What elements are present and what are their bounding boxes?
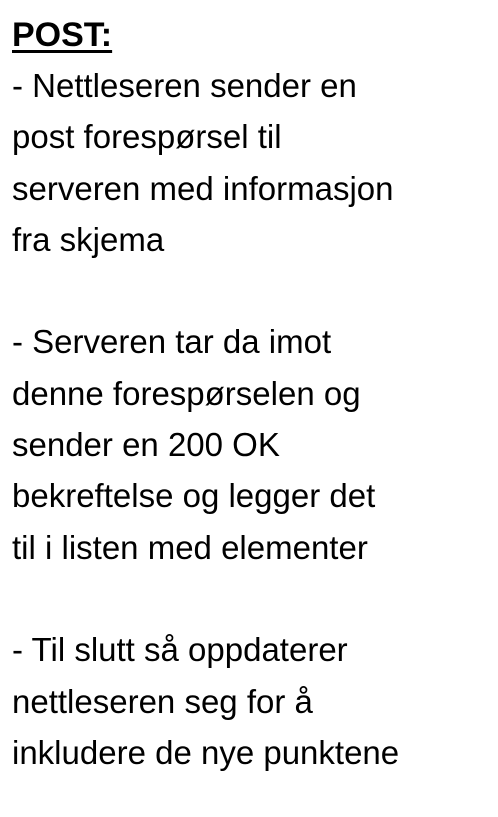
- paragraph-line: bekreftelse og legger det: [12, 477, 376, 515]
- section-heading: POST:: [12, 16, 113, 54]
- document-body: POST: - Nettleseren sender en post fores…: [12, 10, 492, 778]
- paragraph-line: sender en 200 OK: [12, 426, 280, 464]
- paragraph-line: post forespørsel til: [12, 118, 282, 156]
- paragraph-line: - Til slutt så oppdaterer: [12, 631, 348, 669]
- paragraph: - Serveren tar da imot denne forespørsel…: [12, 316, 492, 572]
- paragraph: - Nettleseren sender en post forespørsel…: [12, 60, 492, 265]
- paragraph-line: - Serveren tar da imot: [12, 323, 332, 361]
- paragraph-line: nettleseren seg for å: [12, 682, 313, 720]
- paragraph-line: - Nettleseren sender en: [12, 67, 357, 104]
- paragraph-line: serveren med informasjon: [12, 169, 394, 207]
- paragraph-line: fra skjema: [12, 220, 165, 258]
- paragraph-line: denne forespørselen og: [12, 374, 361, 412]
- paragraph-line: til i listen med elementer: [12, 528, 368, 566]
- paragraph-line: inkludere de nye punktene: [12, 733, 400, 771]
- paragraph: - Til slutt så oppdaterer nettleseren se…: [12, 624, 492, 778]
